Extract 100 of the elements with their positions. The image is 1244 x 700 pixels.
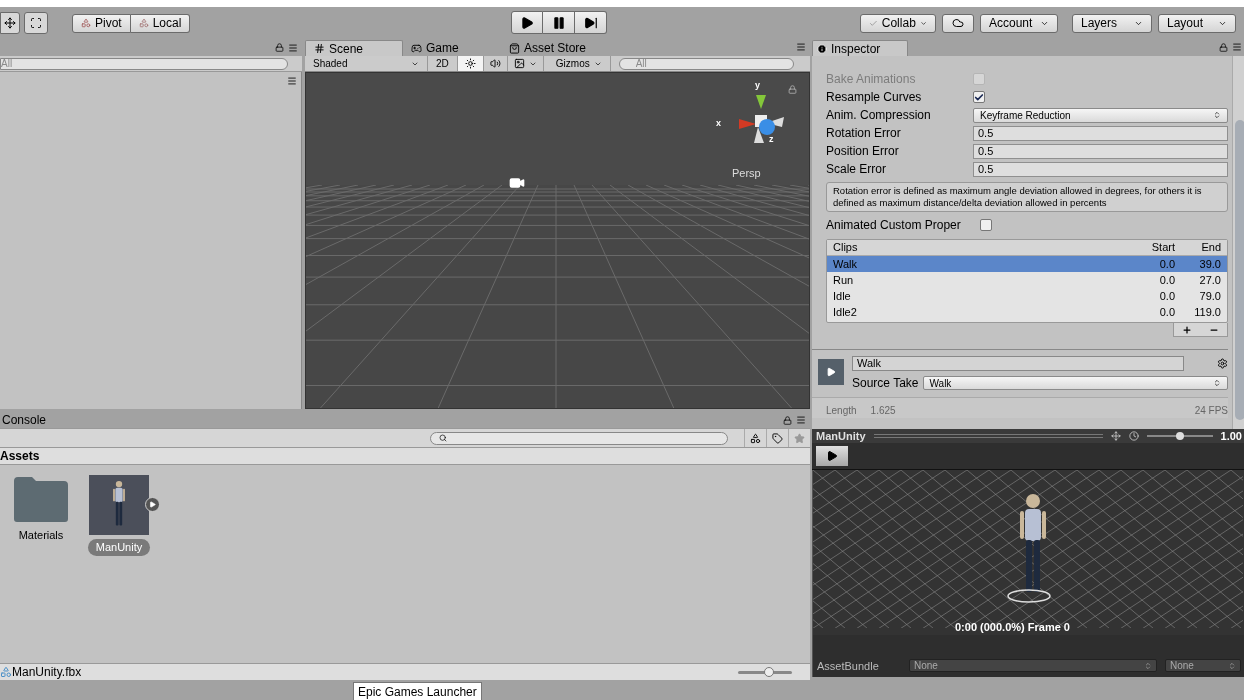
compression-dropdown[interactable]: Keyframe Reduction — [973, 107, 1228, 123]
cloud-icon — [952, 17, 964, 29]
dropdown-arrow-icon — [1213, 111, 1221, 119]
asset-bundle-dropdown[interactable]: None — [909, 659, 1157, 673]
field-label: AssetBundle — [817, 658, 880, 674]
frame-label: 0:00 (000.0%) Frame 0 — [955, 620, 1070, 635]
play-icon — [826, 450, 838, 462]
speaker-icon — [489, 58, 501, 69]
star-icon — [794, 432, 805, 444]
column-header: End — [1200, 240, 1221, 256]
column-header: Start — [1150, 240, 1175, 256]
column-header: Clips — [833, 240, 859, 256]
clip-row[interactable]: Walk 0.0 39.0 — [827, 256, 1227, 272]
menu-icon[interactable] — [287, 76, 297, 86]
play-clip-button[interactable] — [818, 359, 844, 385]
rect-icon — [30, 17, 42, 29]
asset-label: Materials — [17, 528, 65, 543]
play-icon — [826, 367, 836, 377]
number-field[interactable]: 0.5 — [973, 143, 1228, 159]
2d-toggle[interactable]: 2D — [428, 56, 458, 71]
account-button[interactable]: Account — [980, 13, 1058, 33]
panel-tab[interactable]: Console — [0, 411, 49, 429]
panel-tab[interactable]: Inspector — [812, 40, 908, 56]
model-icon — [0, 666, 12, 678]
dropdown-arrow-icon — [1144, 661, 1152, 670]
rect-tool-button[interactable] — [24, 12, 48, 34]
speed-slider[interactable] — [1146, 431, 1213, 441]
field-label: Position Error — [826, 143, 900, 160]
cloud-button[interactable] — [942, 13, 974, 33]
preview-title: ManUnity — [816, 428, 866, 444]
layers-button[interactable]: Layers — [1072, 13, 1152, 33]
image-icon — [513, 58, 525, 69]
clip-name-field[interactable]: Walk — [852, 356, 1184, 371]
panel-tab[interactable]: Game — [403, 40, 501, 56]
projection-label[interactable]: Persp — [732, 165, 761, 182]
variant-dropdown[interactable]: None — [1165, 659, 1241, 673]
collab-button[interactable]: Collab — [860, 13, 936, 33]
lock-icon[interactable] — [275, 43, 284, 52]
menu-icon[interactable] — [796, 415, 806, 425]
lock-icon[interactable] — [783, 415, 792, 425]
menu-icon[interactable] — [288, 42, 298, 53]
zoom-slider[interactable] — [738, 667, 792, 677]
add-clip-icon[interactable] — [1182, 324, 1193, 335]
speed-value: 1.00 — [1220, 428, 1242, 444]
gamepad-icon — [411, 42, 422, 54]
menu-icon[interactable] — [796, 42, 806, 52]
number-field[interactable]: 0.5 — [973, 125, 1228, 141]
search-field[interactable] — [430, 431, 728, 445]
asset-label: ManUnity — [87, 539, 151, 556]
lock-icon[interactable] — [788, 85, 797, 94]
field-label: Animated Custom Proper — [826, 217, 962, 234]
clip-row[interactable]: Idle 0.0 79.0 — [827, 288, 1227, 304]
sun-icon — [464, 58, 476, 69]
checkbox[interactable] — [980, 219, 992, 231]
play-button[interactable] — [816, 446, 848, 466]
folder-icon[interactable] — [12, 475, 70, 523]
play-button[interactable] — [511, 11, 543, 34]
layout-button[interactable]: Layout — [1158, 13, 1236, 33]
move-icon — [4, 17, 16, 29]
field-label: Bake Animations — [826, 71, 917, 88]
move-tool-button[interactable] — [0, 12, 20, 34]
tag-icon — [772, 432, 783, 444]
hash-icon — [314, 43, 325, 54]
selected-path: ManUnity.fbx — [12, 664, 82, 681]
play-icon — [149, 501, 156, 508]
panel-tab[interactable]: Scene — [305, 40, 403, 56]
search-field[interactable]: All — [0, 57, 288, 70]
panel-tab[interactable]: Asset Store — [501, 40, 599, 56]
pivot-icon — [81, 18, 91, 28]
camera-icon — [509, 175, 525, 191]
tooltip: Epic Games Launcher — [353, 682, 482, 700]
length-value: 1.625 — [870, 404, 896, 418]
info-icon — [817, 43, 827, 54]
speed-icon[interactable] — [1128, 431, 1139, 441]
lock-icon[interactable] — [1219, 43, 1228, 52]
fps-value: 24 FPS — [1194, 404, 1228, 418]
checkbox[interactable] — [973, 91, 985, 103]
lighting-toggle[interactable] — [457, 56, 484, 71]
clip-row[interactable]: Idle2 0.0 119.0 — [827, 304, 1227, 320]
model-thumbnail[interactable] — [89, 475, 149, 535]
dropdown-arrow-icon — [1213, 379, 1221, 387]
shapes-icon — [750, 432, 761, 444]
step-button[interactable] — [575, 11, 607, 34]
axis-label: x — [716, 117, 721, 130]
help-message: Rotation error is defined as maximum angle deviation allowed in degrees, for others it is defined as maximum distance/delta deviation allowed in percents — [826, 182, 1228, 212]
gizmos-dropdown[interactable]: Gizmos — [547, 56, 611, 71]
menu-icon[interactable] — [1232, 42, 1242, 52]
source-take-dropdown[interactable]: Walk — [922, 376, 1228, 390]
local-button[interactable]: Local — [130, 13, 191, 33]
breadcrumb: Assets — [0, 448, 40, 465]
search-field[interactable]: All — [618, 57, 794, 70]
field-label: Rotation Error — [826, 125, 902, 142]
shading-dropdown[interactable]: Shaded — [305, 56, 428, 71]
pivot-button[interactable]: Pivot — [72, 13, 131, 33]
clip-row[interactable]: Run 0.0 27.0 — [827, 272, 1227, 288]
pause-button[interactable] — [543, 11, 575, 34]
scrollbar[interactable] — [1232, 56, 1244, 429]
number-field[interactable]: 0.5 — [973, 161, 1228, 177]
settings-icon[interactable] — [1217, 358, 1228, 369]
axis-label: z — [769, 133, 774, 146]
